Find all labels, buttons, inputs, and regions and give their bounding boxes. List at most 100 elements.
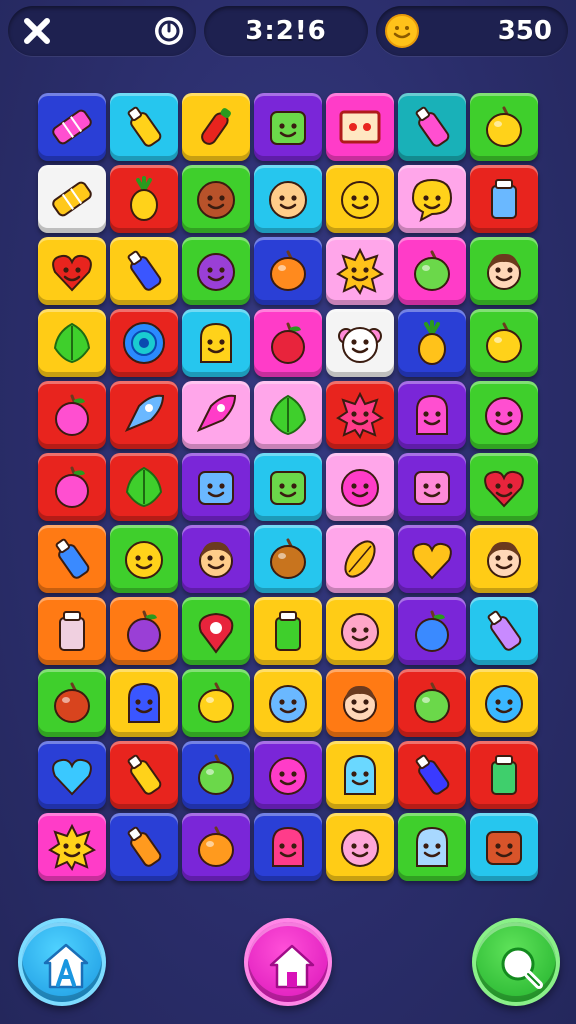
tile-r4-c6[interactable]	[398, 309, 466, 377]
tile-r9-c7[interactable]	[470, 669, 538, 737]
ice-pop-icon	[127, 754, 162, 795]
apple-icon	[55, 394, 89, 436]
heart-icon	[52, 758, 92, 796]
tile-r10-c7[interactable]	[470, 741, 538, 809]
tile-r3-c1[interactable]	[38, 237, 106, 305]
tile-r4-c2[interactable]	[110, 309, 178, 377]
tile-r8-c2[interactable]	[110, 597, 178, 665]
tile-r6-c3[interactable]	[182, 453, 250, 521]
tile-r11-c1[interactable]	[38, 813, 106, 881]
tile-r7-c1[interactable]	[38, 525, 106, 593]
tile-r11-c5[interactable]	[326, 813, 394, 881]
robot-icon	[270, 111, 306, 145]
tile-r1-c4[interactable]	[254, 93, 322, 161]
tile-r3-c6[interactable]	[398, 237, 466, 305]
tile-r10-c3[interactable]	[182, 741, 250, 809]
tile-r2-c4[interactable]	[254, 165, 322, 233]
profile-button[interactable]	[18, 918, 106, 1006]
tile-r3-c5[interactable]	[326, 237, 394, 305]
tile-r7-c3[interactable]	[182, 525, 250, 593]
home-button[interactable]	[244, 918, 332, 1006]
tile-r8-c6[interactable]	[398, 597, 466, 665]
tile-r1-c7[interactable]	[470, 93, 538, 161]
tile-r6-c6[interactable]	[398, 453, 466, 521]
tile-r6-c1[interactable]	[38, 453, 106, 521]
tile-r11-c3[interactable]	[182, 813, 250, 881]
tile-r1-c6[interactable]	[398, 93, 466, 161]
tile-r10-c5[interactable]	[326, 741, 394, 809]
tile-r8-c7[interactable]	[470, 597, 538, 665]
tile-r8-c3[interactable]	[182, 597, 250, 665]
tile-r4-c3[interactable]	[182, 309, 250, 377]
tile-r6-c5[interactable]	[326, 453, 394, 521]
tile-r5-c4[interactable]	[254, 381, 322, 449]
tile-r10-c1[interactable]	[38, 741, 106, 809]
tile-r7-c5[interactable]	[326, 525, 394, 593]
tile-r3-c2[interactable]	[110, 237, 178, 305]
tile-r4-c4[interactable]	[254, 309, 322, 377]
berry-icon	[415, 610, 449, 652]
tile-r2-c1[interactable]	[38, 165, 106, 233]
tile-r8-c1[interactable]	[38, 597, 106, 665]
monster-icon	[416, 394, 448, 435]
tile-r2-c3[interactable]	[182, 165, 250, 233]
tile-r4-c5[interactable]	[326, 309, 394, 377]
tile-r2-c7[interactable]	[470, 165, 538, 233]
fruit-icon	[198, 826, 234, 867]
tile-r5-c2[interactable]	[110, 381, 178, 449]
tile-r5-c6[interactable]	[398, 381, 466, 449]
tile-r5-c7[interactable]	[470, 381, 538, 449]
tile-r1-c1[interactable]	[38, 93, 106, 161]
tile-r6-c7[interactable]	[470, 453, 538, 521]
tile-r2-c5[interactable]	[326, 165, 394, 233]
tile-r5-c1[interactable]	[38, 381, 106, 449]
sun-face-icon	[336, 247, 384, 296]
tile-r5-c3[interactable]	[182, 381, 250, 449]
tile-r1-c3[interactable]	[182, 93, 250, 161]
tile-r9-c3[interactable]	[182, 669, 250, 737]
tile-r9-c4[interactable]	[254, 669, 322, 737]
tile-r10-c6[interactable]	[398, 741, 466, 809]
tile-r10-c4[interactable]	[254, 741, 322, 809]
timer-readout: 3:2!6	[245, 16, 327, 46]
tile-r1-c2[interactable]	[110, 93, 178, 161]
face-icon	[269, 181, 307, 219]
girl-face-icon	[343, 685, 377, 722]
tile-r8-c4[interactable]	[254, 597, 322, 665]
target-icon	[123, 322, 165, 364]
coin-count: 350	[497, 16, 552, 46]
tile-r2-c6[interactable]	[398, 165, 466, 233]
tile-r9-c1[interactable]	[38, 669, 106, 737]
tile-r3-c7[interactable]	[470, 237, 538, 305]
search-button[interactable]	[472, 918, 560, 1006]
tile-r6-c2[interactable]	[110, 453, 178, 521]
tile-r11-c4[interactable]	[254, 813, 322, 881]
tile-r11-c6[interactable]	[398, 813, 466, 881]
tile-r5-c5[interactable]	[326, 381, 394, 449]
tile-r3-c3[interactable]	[182, 237, 250, 305]
tile-r10-c2[interactable]	[110, 741, 178, 809]
tile-r4-c1[interactable]	[38, 309, 106, 377]
tile-r9-c2[interactable]	[110, 669, 178, 737]
picture-frame-icon	[339, 110, 381, 144]
tile-r9-c5[interactable]	[326, 669, 394, 737]
bandage-icon	[52, 181, 92, 217]
tile-r4-c7[interactable]	[470, 309, 538, 377]
tile-r2-c2[interactable]	[110, 165, 178, 233]
tile-r3-c4[interactable]	[254, 237, 322, 305]
tile-r8-c5[interactable]	[326, 597, 394, 665]
bottle-icon	[127, 250, 162, 291]
tile-r7-c2[interactable]	[110, 525, 178, 593]
tile-r7-c7[interactable]	[470, 525, 538, 593]
tile-r11-c7[interactable]	[470, 813, 538, 881]
tile-r9-c6[interactable]	[398, 669, 466, 737]
smiley-icon	[341, 829, 379, 867]
tile-r7-c4[interactable]	[254, 525, 322, 593]
tile-r1-c5[interactable]	[326, 93, 394, 161]
tile-r6-c4[interactable]	[254, 453, 322, 521]
robot-face-icon	[344, 754, 376, 795]
close-x-icon[interactable]	[20, 14, 54, 48]
tile-r11-c2[interactable]	[110, 813, 178, 881]
tile-r7-c6[interactable]	[398, 525, 466, 593]
chili-icon	[201, 108, 231, 145]
